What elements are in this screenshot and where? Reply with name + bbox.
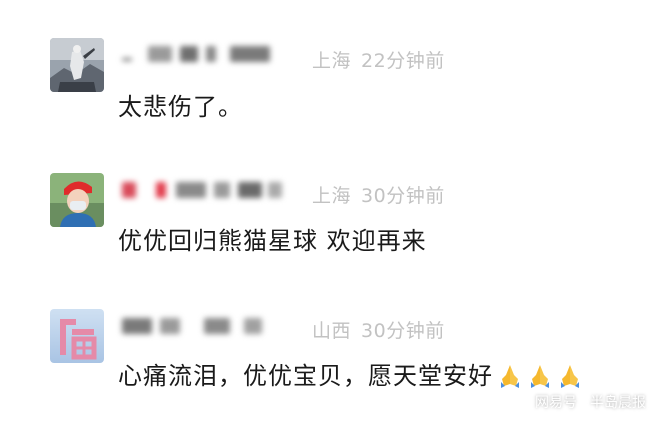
comment-location: 上海 <box>312 50 352 72</box>
comment-text: 优优回归熊猫星球 欢迎再来 <box>118 227 427 255</box>
user-avatar[interactable] <box>50 173 104 227</box>
source-watermark: 网易号 半岛晨报 <box>535 392 646 412</box>
watermark-divider <box>583 396 584 409</box>
warrior-figure-avatar-icon <box>50 38 104 92</box>
blurred-username <box>118 316 298 336</box>
comment-time: 22分钟前 <box>361 50 445 72</box>
comment-meta: 上海 22分钟前 <box>312 46 445 73</box>
comment-location: 山西 <box>312 320 352 342</box>
comment-time: 30分钟前 <box>361 185 445 207</box>
comment-time: 30分钟前 <box>361 320 445 342</box>
person-red-hat-avatar-icon <box>50 173 104 227</box>
comment-text: 心痛流泪，优优宝贝，愿天堂安好 <box>118 356 583 391</box>
folded-hands-icon <box>501 365 519 388</box>
folded-hands-icon <box>561 365 579 388</box>
comment-text-content: 心痛流泪，优优宝贝，愿天堂安好 <box>118 362 493 390</box>
folded-hands-icon <box>531 365 549 388</box>
comment-text: 太悲伤了。 <box>118 93 243 121</box>
watermark-platform: 网易号 <box>535 395 577 411</box>
blurred-username <box>118 44 298 64</box>
fu-character-avatar-icon <box>50 309 104 363</box>
comment-meta: 上海 30分钟前 <box>312 181 445 208</box>
blurred-username <box>118 180 298 200</box>
user-avatar[interactable] <box>50 38 104 92</box>
user-avatar[interactable] <box>50 309 104 363</box>
comment-meta: 山西 30分钟前 <box>312 316 445 343</box>
watermark-publisher: 半岛晨报 <box>590 395 646 411</box>
comment-location: 上海 <box>312 185 352 207</box>
